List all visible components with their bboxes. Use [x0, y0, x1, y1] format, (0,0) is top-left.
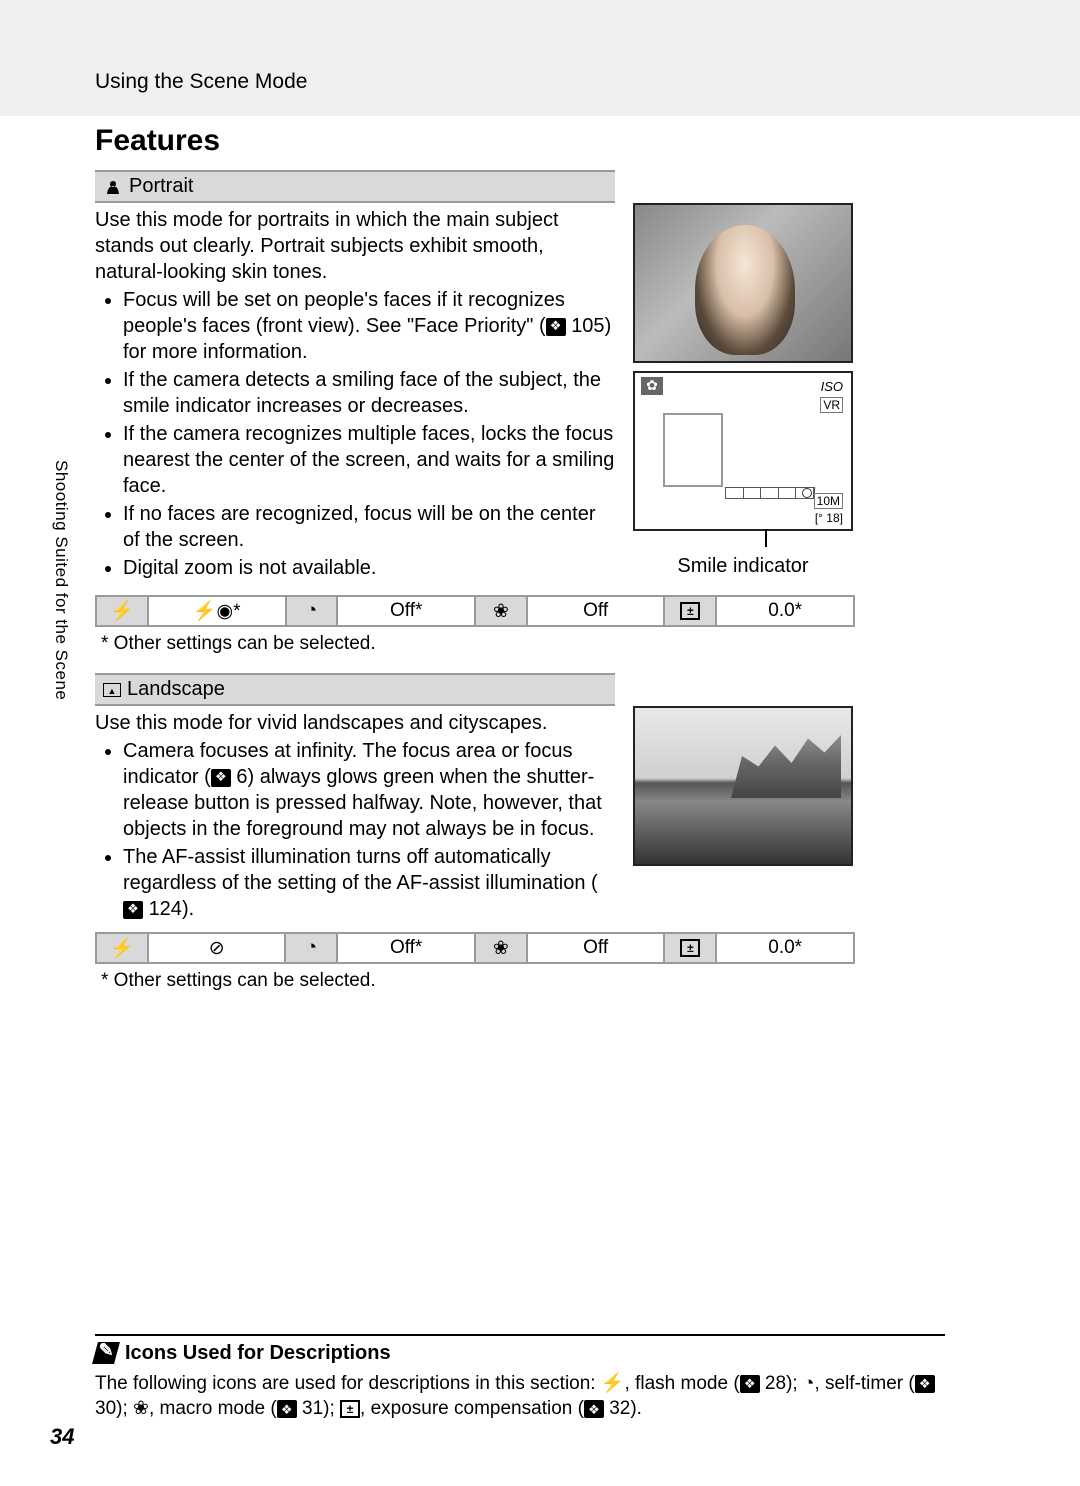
exposure-header [664, 596, 716, 626]
landscape-mode-label: Landscape [127, 678, 225, 701]
landscape-sample-photo [633, 706, 853, 866]
ref-number: 124 [149, 898, 182, 920]
portrait-mode-label: Portrait [129, 175, 193, 198]
self-timer-icon [306, 937, 317, 958]
content-area: Portrait Use this mode for portraits in … [95, 170, 975, 992]
self-timer-icon [803, 1373, 814, 1394]
smile-pointer-line [765, 529, 767, 547]
reference-icon: ❖ [123, 901, 143, 919]
flash-header [96, 596, 148, 626]
landscape-footnote: * Other settings can be selected. [101, 970, 975, 992]
icons-note-header: Icons Used for Descriptions [95, 1334, 945, 1365]
list-item: Digital zoom is not available. [123, 555, 615, 581]
landscape-intro: Use this mode for vivid landscapes and c… [95, 710, 615, 736]
landscape-mode-header: Landscape [95, 673, 615, 706]
section-header: Using the Scene Mode [95, 70, 307, 94]
lcd-iso-indicator: ISO [821, 379, 843, 394]
list-item: If the camera recognizes multiple faces,… [123, 421, 615, 499]
macro-icon [493, 601, 509, 622]
side-tab-label: Shooting Suited for the Scene [51, 460, 71, 700]
macro-value: Off [527, 596, 665, 626]
smile-face-icon [802, 488, 812, 498]
flash-value: ⚡◉* [148, 596, 286, 626]
list-item: Camera focuses at infinity. The focus ar… [123, 738, 615, 842]
macro-header [475, 596, 527, 626]
icons-note-box: Icons Used for Descriptions The followin… [95, 1334, 945, 1422]
ref-number: 6 [236, 766, 247, 788]
reference-icon: ❖ [740, 1375, 760, 1393]
ref-number: 105 [571, 315, 604, 337]
portrait-mode-header: Portrait [95, 170, 615, 203]
icons-note-body: The following icons are used for descrip… [95, 1371, 945, 1422]
macro-icon [493, 938, 509, 959]
reference-icon: ❖ [915, 1375, 935, 1393]
portrait-footnote: * Other settings can be selected. [101, 633, 975, 655]
exposure-value: 0.0* [716, 596, 854, 626]
reference-icon: ❖ [277, 1400, 297, 1418]
list-item: The AF-assist illumination turns off aut… [123, 844, 615, 922]
macro-value: Off [527, 933, 665, 963]
landscape-icon [103, 683, 121, 697]
portrait-block: Use this mode for portraits in which the… [95, 203, 975, 581]
portrait-icon [103, 175, 123, 198]
lcd-preview: ISO VR 10M [° 18] [633, 371, 853, 531]
exposure-compensation-icon [340, 1400, 360, 1418]
icons-note-title: Icons Used for Descriptions [125, 1342, 391, 1365]
exposure-compensation-icon [680, 602, 700, 620]
flash-value: ⊘ [148, 933, 286, 963]
reference-icon: ❖ [211, 769, 231, 787]
timer-value: Off* [337, 933, 475, 963]
page-title: Features [95, 124, 220, 158]
flash-icon [601, 1373, 625, 1394]
smile-indicator-label: Smile indicator [633, 555, 853, 578]
portrait-settings-table: ⚡◉* Off* Off 0.0* [95, 595, 855, 627]
timer-header [285, 933, 337, 963]
exposure-header [664, 933, 716, 963]
list-item: If the camera detects a smiling face of … [123, 367, 615, 419]
landscape-settings-table: ⊘ Off* Off 0.0* [95, 932, 855, 964]
portrait-intro: Use this mode for portraits in which the… [95, 207, 615, 285]
flash-header [96, 933, 148, 963]
lcd-quality-badge: 10M [814, 493, 843, 509]
lcd-remaining: [° 18] [815, 511, 843, 525]
portrait-text: Use this mode for portraits in which the… [95, 203, 615, 581]
landscape-block: Use this mode for vivid landscapes and c… [95, 706, 975, 922]
portrait-sample-photo [633, 203, 853, 363]
header-band: Using the Scene Mode [0, 0, 1080, 116]
lcd-focus-box [663, 413, 723, 487]
macro-icon [133, 1398, 149, 1419]
note-pencil-icon [92, 1342, 120, 1364]
flash-icon [110, 601, 134, 622]
exposure-value: 0.0* [716, 933, 854, 963]
list-item: If no faces are recognized, focus will b… [123, 501, 615, 553]
flash-icon [110, 938, 134, 959]
macro-header [475, 933, 527, 963]
landscape-text: Use this mode for vivid landscapes and c… [95, 706, 615, 922]
reference-icon: ❖ [546, 318, 566, 336]
timer-header [286, 596, 338, 626]
smile-indicator-bar [725, 487, 815, 499]
exposure-compensation-icon [680, 939, 700, 957]
reference-icon: ❖ [584, 1400, 604, 1418]
portrait-bullet-list: Focus will be set on people's faces if i… [123, 287, 615, 581]
page-number: 34 [50, 1424, 74, 1450]
timer-value: Off* [337, 596, 475, 626]
list-item: Focus will be set on people's faces if i… [123, 287, 615, 365]
lcd-vr-indicator: VR [820, 397, 843, 413]
landscape-bullet-list: Camera focuses at infinity. The focus ar… [123, 738, 615, 922]
lcd-mode-icon [641, 377, 663, 395]
portrait-images: ISO VR 10M [° 18] Smile indicator [633, 203, 853, 581]
landscape-images [633, 706, 853, 922]
self-timer-icon [306, 600, 317, 621]
